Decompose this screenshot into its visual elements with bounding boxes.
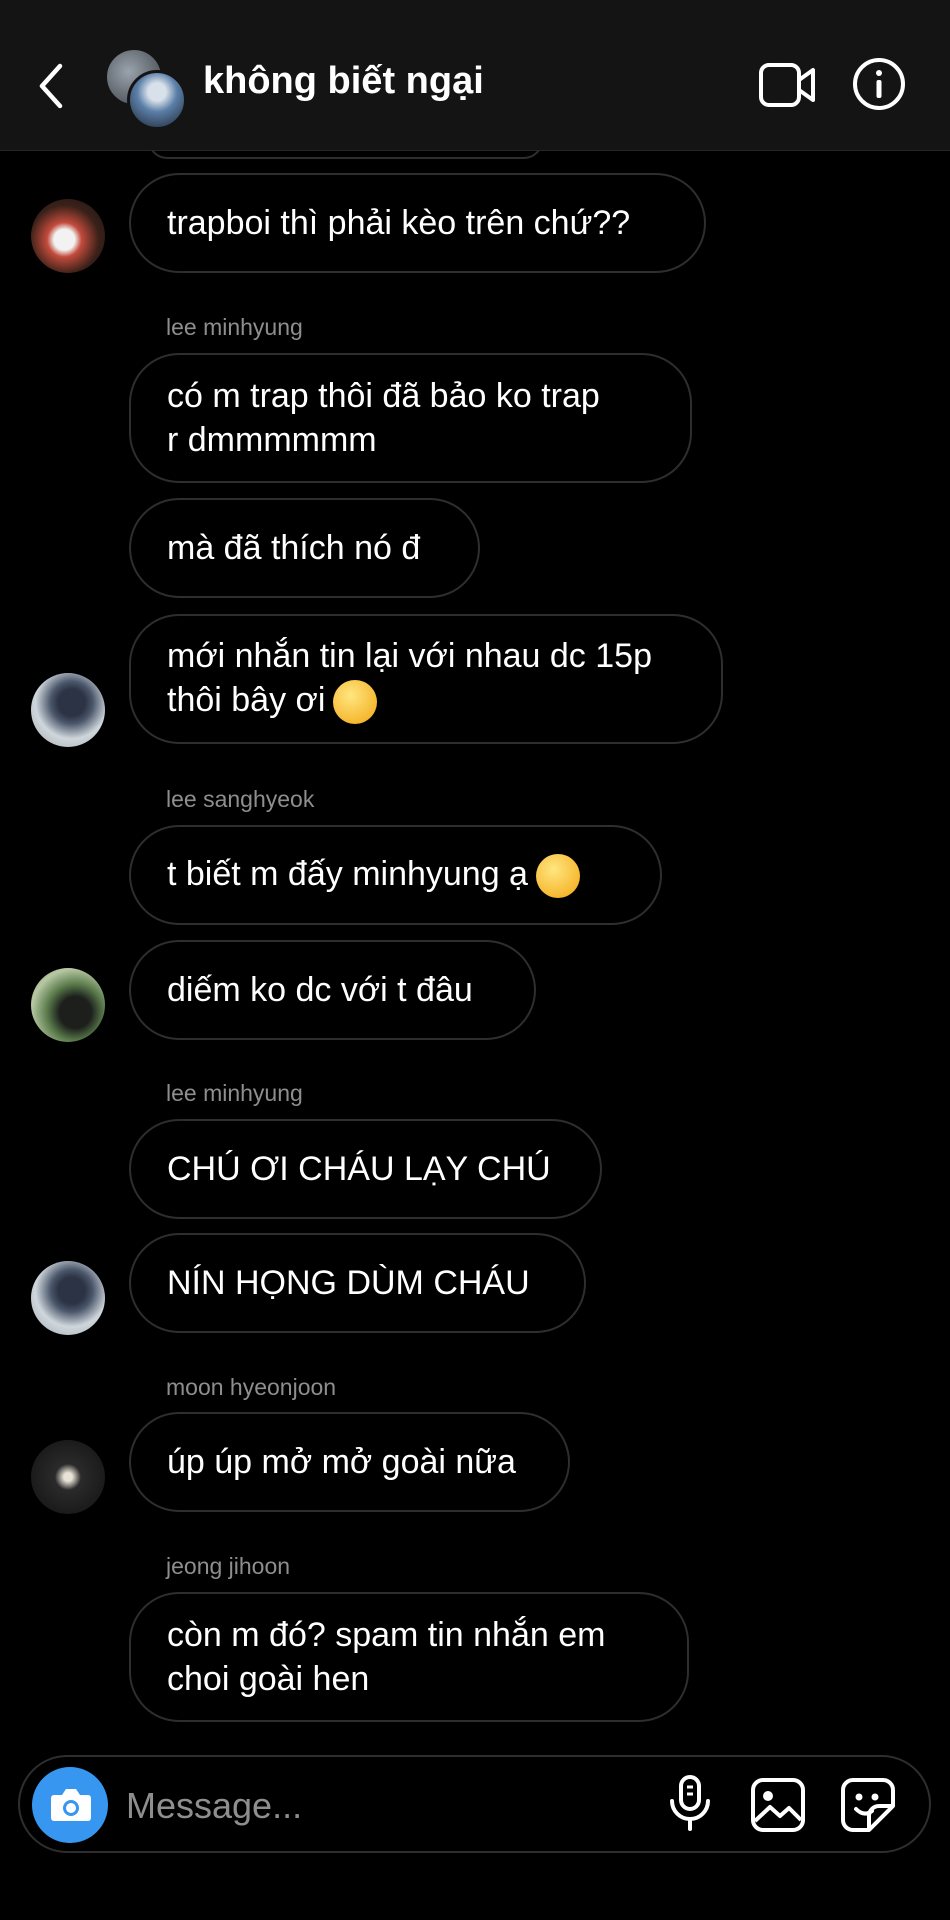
- message-text: còn m đó? spam tin nhắn em choi goài hen: [167, 1616, 606, 1698]
- voice-message-button[interactable]: [660, 1773, 720, 1833]
- message-text-body: t biết m đấy minhyung ạ: [167, 854, 528, 893]
- message-bubble[interactable]: mà đã thích nó đ: [129, 498, 480, 598]
- message-bubble[interactable]: còn m đó? spam tin nhắn em choi goài hen: [129, 1592, 689, 1722]
- group-avatar[interactable]: [105, 48, 187, 130]
- chat-header: không biết ngại: [0, 0, 950, 151]
- message-text: CHÚ ƠI CHÁU LẠY CHÚ: [167, 1150, 551, 1188]
- message-text: úp úp mở mở goài nữa: [167, 1443, 516, 1481]
- camera-button[interactable]: [32, 1767, 108, 1843]
- sender-name: lee minhyung: [166, 314, 303, 340]
- sticker-button[interactable]: [838, 1775, 898, 1835]
- avatar[interactable]: [31, 1440, 105, 1514]
- message-text: trapboi thì phải kèo trên chứ??: [167, 204, 631, 242]
- message-composer: [18, 1755, 931, 1853]
- message-text: có m trap thôi đã bảo ko trap r dmmmmmm: [167, 377, 600, 459]
- message-list[interactable]: trapboi thì phải kèo trên chứ?? lee minh…: [0, 151, 950, 1741]
- image-icon: [751, 1778, 805, 1832]
- info-icon: [853, 58, 905, 110]
- relieved-face-emoji-icon: [333, 680, 378, 724]
- microphone-icon: [670, 1775, 710, 1831]
- message-text: t biết m đấy minhyung ạ: [167, 852, 580, 898]
- sender-name: lee minhyung: [166, 1080, 303, 1106]
- smirking-face-emoji-icon: [535, 854, 580, 898]
- info-button[interactable]: [852, 57, 906, 111]
- gallery-button[interactable]: [748, 1775, 808, 1835]
- message-text-body: mới nhắn tin lại với nhau dc 15p thôi bâ…: [167, 636, 652, 719]
- message-bubble[interactable]: NÍN HỌNG DÙM CHÁU: [129, 1233, 586, 1333]
- sender-name: lee sanghyeok: [166, 786, 315, 812]
- sender-name: jeong jihoon: [166, 1553, 291, 1579]
- message-bubble[interactable]: có m trap thôi đã bảo ko trap r dmmmmmm: [129, 353, 692, 483]
- chat-title[interactable]: không biết ngại: [203, 60, 484, 103]
- camera-icon: [51, 1789, 91, 1821]
- message-input[interactable]: [124, 1777, 648, 1835]
- avatar[interactable]: [31, 1261, 105, 1335]
- group-avatar-member-2: [127, 70, 187, 130]
- message-bubble[interactable]: trapboi thì phải kèo trên chứ??: [129, 173, 706, 273]
- message-text: diếm ko dc với t đâu: [167, 971, 473, 1009]
- avatar[interactable]: [31, 968, 105, 1042]
- message-bubble[interactable]: CHÚ ƠI CHÁU LẠY CHÚ: [129, 1119, 602, 1219]
- message-bubble-partial[interactable]: [148, 151, 543, 159]
- message-bubble[interactable]: mới nhắn tin lại với nhau dc 15p thôi bâ…: [129, 614, 723, 744]
- message-bubble[interactable]: úp úp mở mở goài nữa: [129, 1412, 570, 1512]
- message-text: mới nhắn tin lại với nhau dc 15p thôi bâ…: [167, 634, 652, 724]
- avatar[interactable]: [31, 199, 105, 273]
- video-camera-icon: [759, 63, 815, 107]
- chat-screen: không biết ngại trapboi thì phải kèo trê…: [0, 0, 950, 1920]
- back-button[interactable]: [32, 58, 72, 114]
- message-bubble[interactable]: diếm ko dc với t đâu: [129, 940, 536, 1040]
- chevron-left-icon: [39, 63, 63, 109]
- avatar[interactable]: [31, 673, 105, 747]
- message-bubble[interactable]: t biết m đấy minhyung ạ: [129, 825, 662, 925]
- sender-name: moon hyeonjoon: [166, 1374, 337, 1400]
- video-call-button[interactable]: [758, 62, 816, 108]
- sticker-icon: [841, 1778, 895, 1832]
- message-text: mà đã thích nó đ: [167, 529, 421, 567]
- message-text: NÍN HỌNG DÙM CHÁU: [167, 1264, 530, 1302]
